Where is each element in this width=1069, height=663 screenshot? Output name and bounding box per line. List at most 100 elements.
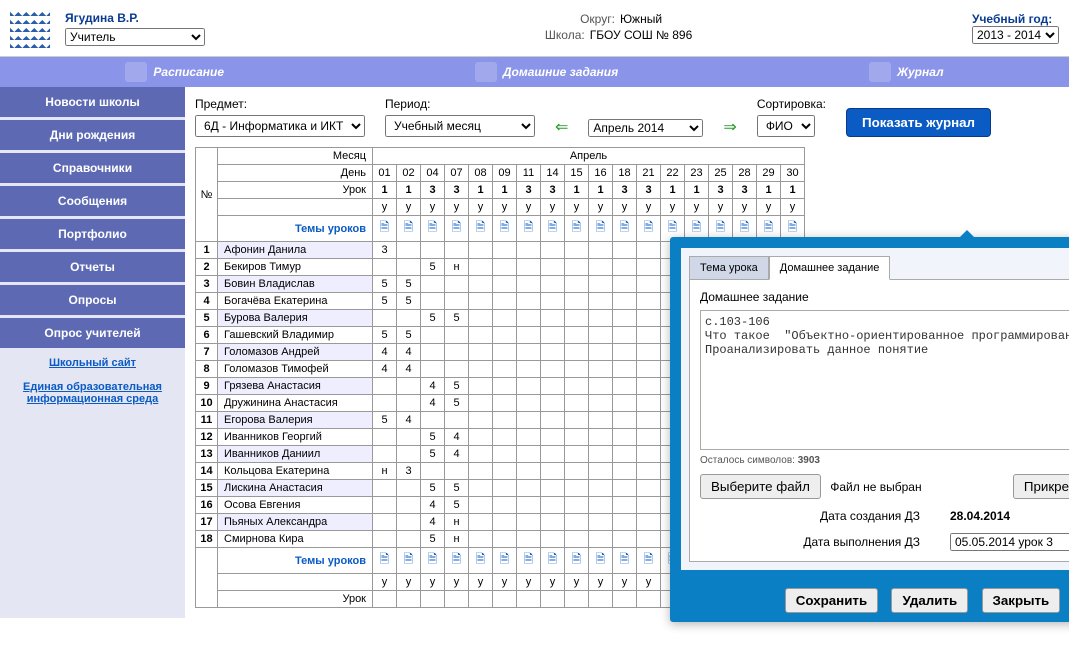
u-cell[interactable]: у <box>565 574 589 591</box>
grade-cell[interactable] <box>613 327 637 344</box>
grade-cell[interactable] <box>565 395 589 412</box>
student-name[interactable]: Егорова Валерия <box>218 412 373 429</box>
grade-cell[interactable]: 5 <box>421 429 445 446</box>
u-cell[interactable]: у <box>613 574 637 591</box>
theme-doc-icon[interactable]: 🗎 <box>613 548 637 574</box>
role-select[interactable]: Учитель <box>65 28 205 46</box>
grade-cell[interactable] <box>637 497 661 514</box>
grade-cell[interactable] <box>469 378 493 395</box>
grade-cell[interactable] <box>421 361 445 378</box>
grade-cell[interactable] <box>541 327 565 344</box>
grade-cell[interactable] <box>565 310 589 327</box>
grade-cell[interactable] <box>421 276 445 293</box>
delete-button[interactable]: Удалить <box>891 588 968 613</box>
grade-cell[interactable]: 5 <box>445 480 469 497</box>
grade-cell[interactable] <box>541 378 565 395</box>
grade-cell[interactable] <box>565 480 589 497</box>
grade-cell[interactable]: н <box>445 514 469 531</box>
grade-cell[interactable] <box>589 446 613 463</box>
grade-cell[interactable] <box>421 344 445 361</box>
grade-cell[interactable] <box>589 276 613 293</box>
grade-cell[interactable] <box>541 242 565 259</box>
grade-cell[interactable] <box>565 446 589 463</box>
u-cell[interactable]: у <box>421 199 445 216</box>
grade-cell[interactable] <box>373 429 397 446</box>
grade-cell[interactable] <box>637 276 661 293</box>
grade-cell[interactable] <box>517 378 541 395</box>
u-cell[interactable]: у <box>613 199 637 216</box>
grade-cell[interactable] <box>589 429 613 446</box>
theme-doc-icon[interactable]: 🗎 <box>469 216 493 242</box>
grade-cell[interactable]: 4 <box>421 497 445 514</box>
grade-cell[interactable] <box>613 361 637 378</box>
grade-cell[interactable] <box>637 310 661 327</box>
grade-cell[interactable]: 4 <box>421 514 445 531</box>
grade-cell[interactable] <box>637 378 661 395</box>
student-name[interactable]: Иванников Георгий <box>218 429 373 446</box>
theme-doc-icon[interactable]: 🗎 <box>565 548 589 574</box>
grade-cell[interactable] <box>469 514 493 531</box>
grade-cell[interactable] <box>517 310 541 327</box>
grade-cell[interactable] <box>469 310 493 327</box>
grade-cell[interactable] <box>493 242 517 259</box>
grade-cell[interactable] <box>397 480 421 497</box>
grade-cell[interactable] <box>445 276 469 293</box>
grade-cell[interactable]: 4 <box>397 412 421 429</box>
grade-cell[interactable] <box>613 446 637 463</box>
student-name[interactable]: Голомазов Тимофей <box>218 361 373 378</box>
grade-cell[interactable]: 5 <box>445 497 469 514</box>
grade-cell[interactable] <box>637 531 661 548</box>
u-cell[interactable]: у <box>565 199 589 216</box>
grade-cell[interactable]: 5 <box>373 276 397 293</box>
grade-cell[interactable] <box>469 497 493 514</box>
menu-homework[interactable]: Домашние задания <box>475 62 618 82</box>
date-due-select[interactable]: 05.05.2014 урок 3 <box>950 533 1069 551</box>
grade-cell[interactable] <box>565 242 589 259</box>
grade-cell[interactable] <box>397 446 421 463</box>
grade-cell[interactable] <box>565 412 589 429</box>
sidebar-item-birthdays[interactable]: Дни рождения <box>0 120 185 150</box>
grade-cell[interactable] <box>445 344 469 361</box>
menu-journal[interactable]: Журнал <box>869 62 944 82</box>
u-cell[interactable]: у <box>637 199 661 216</box>
grade-cell[interactable] <box>637 361 661 378</box>
grade-cell[interactable] <box>637 514 661 531</box>
theme-doc-icon[interactable]: 🗎 <box>637 548 661 574</box>
grade-cell[interactable] <box>517 480 541 497</box>
grade-cell[interactable]: н <box>373 463 397 480</box>
grade-cell[interactable] <box>565 293 589 310</box>
student-name[interactable]: Пьяных Александра <box>218 514 373 531</box>
u-cell[interactable]: у <box>541 199 565 216</box>
grade-cell[interactable]: 4 <box>445 429 469 446</box>
grade-cell[interactable] <box>469 429 493 446</box>
grade-cell[interactable] <box>493 327 517 344</box>
grade-cell[interactable] <box>613 480 637 497</box>
grade-cell[interactable] <box>517 293 541 310</box>
student-name[interactable]: Кольцова Екатерина <box>218 463 373 480</box>
u-cell[interactable]: у <box>781 199 805 216</box>
theme-doc-icon[interactable]: 🗎 <box>589 548 613 574</box>
theme-doc-icon[interactable]: 🗎 <box>589 216 613 242</box>
grade-cell[interactable] <box>397 242 421 259</box>
grade-cell[interactable] <box>397 378 421 395</box>
grade-cell[interactable] <box>517 327 541 344</box>
grade-cell[interactable] <box>541 446 565 463</box>
grade-cell[interactable] <box>541 293 565 310</box>
grade-cell[interactable] <box>445 327 469 344</box>
grade-cell[interactable] <box>541 259 565 276</box>
grade-cell[interactable] <box>493 276 517 293</box>
show-journal-button[interactable]: Показать журнал <box>846 108 991 137</box>
grade-cell[interactable] <box>493 497 517 514</box>
theme-doc-icon[interactable]: 🗎 <box>541 548 565 574</box>
choose-file-button[interactable]: Выберите файл <box>700 474 821 499</box>
grade-cell[interactable] <box>637 446 661 463</box>
grade-cell[interactable] <box>541 429 565 446</box>
grade-cell[interactable] <box>613 344 637 361</box>
u-cell[interactable]: у <box>517 199 541 216</box>
grade-cell[interactable] <box>541 395 565 412</box>
grade-cell[interactable]: 5 <box>421 531 445 548</box>
grade-cell[interactable] <box>421 463 445 480</box>
grade-cell[interactable] <box>637 242 661 259</box>
theme-doc-icon[interactable]: 🗎 <box>469 548 493 574</box>
grade-cell[interactable] <box>541 310 565 327</box>
